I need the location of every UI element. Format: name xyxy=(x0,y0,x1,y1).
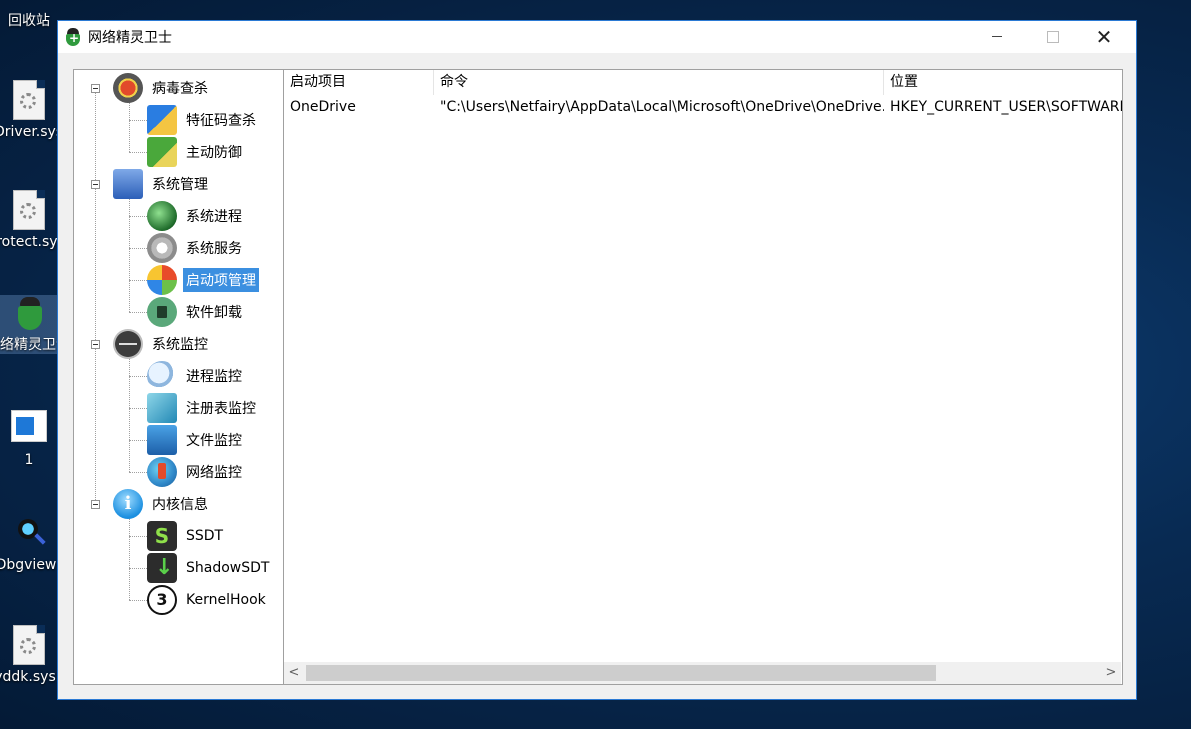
tree-item-uninstall[interactable]: 软件卸载 xyxy=(147,296,245,328)
desktop-icon-recycle-bin[interactable]: 回收站 xyxy=(0,0,58,30)
startup-manage-icon xyxy=(147,265,177,295)
minimize-button[interactable] xyxy=(974,21,1020,52)
tree-group-virus-scan[interactable]: 病毒查杀 xyxy=(113,72,211,104)
desktop-icon-dbgview[interactable]: Dbgview xyxy=(0,515,58,574)
cell-command: "C:\Users\Netfairy\AppData\Local\Microso… xyxy=(440,99,884,115)
tree-item-registry-monitor[interactable]: 注册表监控 xyxy=(147,392,259,424)
desktop-icon-label: Driver.sys xyxy=(0,124,64,140)
tree-item-file-monitor[interactable]: 文件监控 xyxy=(147,424,245,456)
navigation-tree: 病毒查杀 特征码查杀 主动防御 系统管理 系统进程 系统服务 启动项管理 软件卸… xyxy=(73,69,284,685)
tree-label: 系统进程 xyxy=(186,209,242,225)
bug-magnifier-icon xyxy=(12,515,46,549)
horizontal-scrollbar[interactable]: < > xyxy=(284,662,1121,684)
tree-label: 病毒查杀 xyxy=(152,81,208,97)
tree-item-shadow-sdt[interactable]: ShadowSDT xyxy=(147,552,272,584)
tree-group-system-monitor[interactable]: 系统监控 xyxy=(113,328,211,360)
tree-label: 系统监控 xyxy=(152,337,208,353)
tree-label-selected: 启动项管理 xyxy=(183,268,259,292)
system-manage-icon xyxy=(113,169,143,199)
list-header: 启动项目 命令 位置 xyxy=(284,70,1122,95)
tree-item-process-monitor[interactable]: 进程监控 xyxy=(147,360,245,392)
file-monitor-icon xyxy=(147,425,177,455)
app-shield-icon xyxy=(12,297,46,333)
minimize-icon xyxy=(992,36,1002,37)
tree-item-active-defense[interactable]: 主动防御 xyxy=(147,136,245,168)
tree-item-system-service[interactable]: 系统服务 xyxy=(147,232,245,264)
tree-group-kernel-info[interactable]: i 内核信息 xyxy=(113,488,211,520)
collapse-toggle[interactable] xyxy=(91,500,100,509)
tree-item-ssdt[interactable]: S SSDT xyxy=(147,520,226,552)
app-icon xyxy=(64,28,82,46)
tree-label: 注册表监控 xyxy=(186,401,256,417)
tree-label: 文件监控 xyxy=(186,433,242,449)
tree-group-system-manage[interactable]: 系统管理 xyxy=(113,168,211,200)
network-monitor-icon xyxy=(147,457,177,487)
main-window: 网络精灵卫士 ✕ 病毒查杀 特征码查杀 xyxy=(57,20,1137,700)
collapse-toggle[interactable] xyxy=(91,84,100,93)
desktop-icon-label: 回收站 xyxy=(8,13,50,29)
tree-item-network-monitor[interactable]: 网络监控 xyxy=(147,456,245,488)
desktop-icon-app-shortcut[interactable]: 网络精灵卫士 xyxy=(0,295,70,354)
title-bar[interactable]: 网络精灵卫士 ✕ xyxy=(58,21,1136,53)
maximize-icon xyxy=(1047,30,1059,43)
tree-item-system-process[interactable]: 系统进程 xyxy=(147,200,245,232)
process-monitor-icon xyxy=(147,361,177,391)
system-service-icon xyxy=(147,233,177,263)
registry-monitor-icon xyxy=(147,393,177,423)
tree-item-signature-scan[interactable]: 特征码查杀 xyxy=(147,104,259,136)
column-header-startup-item[interactable]: 启动项目 xyxy=(284,70,434,95)
window-title: 网络精灵卫士 xyxy=(88,30,172,46)
maximize-button[interactable] xyxy=(1030,21,1076,52)
cell-startup-name: OneDrive xyxy=(290,99,356,115)
file-gear-icon xyxy=(13,190,45,230)
system-monitor-icon xyxy=(113,329,143,359)
scroll-left-icon[interactable]: < xyxy=(284,662,304,684)
tree-item-startup-manage[interactable]: 启动项管理 xyxy=(147,264,259,296)
uninstall-icon xyxy=(147,297,177,327)
tree-label: 进程监控 xyxy=(186,369,242,385)
active-defense-icon xyxy=(147,137,177,167)
cell-location: HKEY_CURRENT_USER\SOFTWARE xyxy=(890,99,1123,115)
desktop-icon-label: 网络精灵卫士 xyxy=(0,337,70,353)
desktop-icon-protect-sys[interactable]: Protect.sys xyxy=(0,190,65,251)
virus-scan-icon xyxy=(113,73,143,103)
tree-item-kernel-hook[interactable]: 3 KernelHook xyxy=(147,584,269,616)
desktop-icon-label: Dbgview xyxy=(0,557,57,573)
signature-scan-icon xyxy=(147,105,177,135)
desktop-icon-label: 1 xyxy=(24,452,34,468)
column-header-location[interactable]: 位置 xyxy=(884,70,1122,95)
tree-label: 特征码查杀 xyxy=(186,113,256,129)
desktop-icon-yddk-sys[interactable]: yddk.sys xyxy=(0,625,58,686)
file-gear-icon xyxy=(13,625,45,665)
close-icon: ✕ xyxy=(1095,24,1113,49)
tree-label: 系统管理 xyxy=(152,177,208,193)
ssdt-icon: S xyxy=(147,521,177,551)
table-row[interactable]: OneDrive "C:\Users\Netfairy\AppData\Loca… xyxy=(284,96,1123,118)
startup-list-view: 启动项目 命令 位置 OneDrive "C:\Users\Netfairy\A… xyxy=(284,69,1123,685)
desktop-icon-label: Protect.sys xyxy=(0,234,65,250)
tree-label: ShadowSDT xyxy=(186,560,270,576)
tree-label: 主动防御 xyxy=(186,145,242,161)
kernel-hook-icon: 3 xyxy=(147,585,177,615)
scroll-right-icon[interactable]: > xyxy=(1101,662,1121,684)
file-gear-icon xyxy=(13,80,45,120)
desktop-icon-driver-sys[interactable]: Driver.sys xyxy=(0,80,64,141)
tree-label: 系统服务 xyxy=(186,241,242,257)
desktop-icon-1[interactable]: 1 xyxy=(0,410,58,469)
tree-label: KernelHook xyxy=(186,592,266,608)
system-process-icon xyxy=(147,201,177,231)
collapse-toggle[interactable] xyxy=(91,180,100,189)
scroll-thumb[interactable] xyxy=(306,665,936,681)
tree-label: SSDT xyxy=(186,528,224,544)
tree-label: 网络监控 xyxy=(186,465,242,481)
column-header-command[interactable]: 命令 xyxy=(434,70,884,95)
desktop-icon-label: yddk.sys xyxy=(0,669,56,685)
collapse-toggle[interactable] xyxy=(91,340,100,349)
tree-label: 内核信息 xyxy=(152,497,208,513)
window-file-icon xyxy=(11,410,47,442)
kernel-info-icon: i xyxy=(113,489,143,519)
close-button[interactable]: ✕ xyxy=(1081,21,1127,52)
shadow-sdt-icon xyxy=(147,553,177,583)
tree-label: 软件卸载 xyxy=(186,305,242,321)
